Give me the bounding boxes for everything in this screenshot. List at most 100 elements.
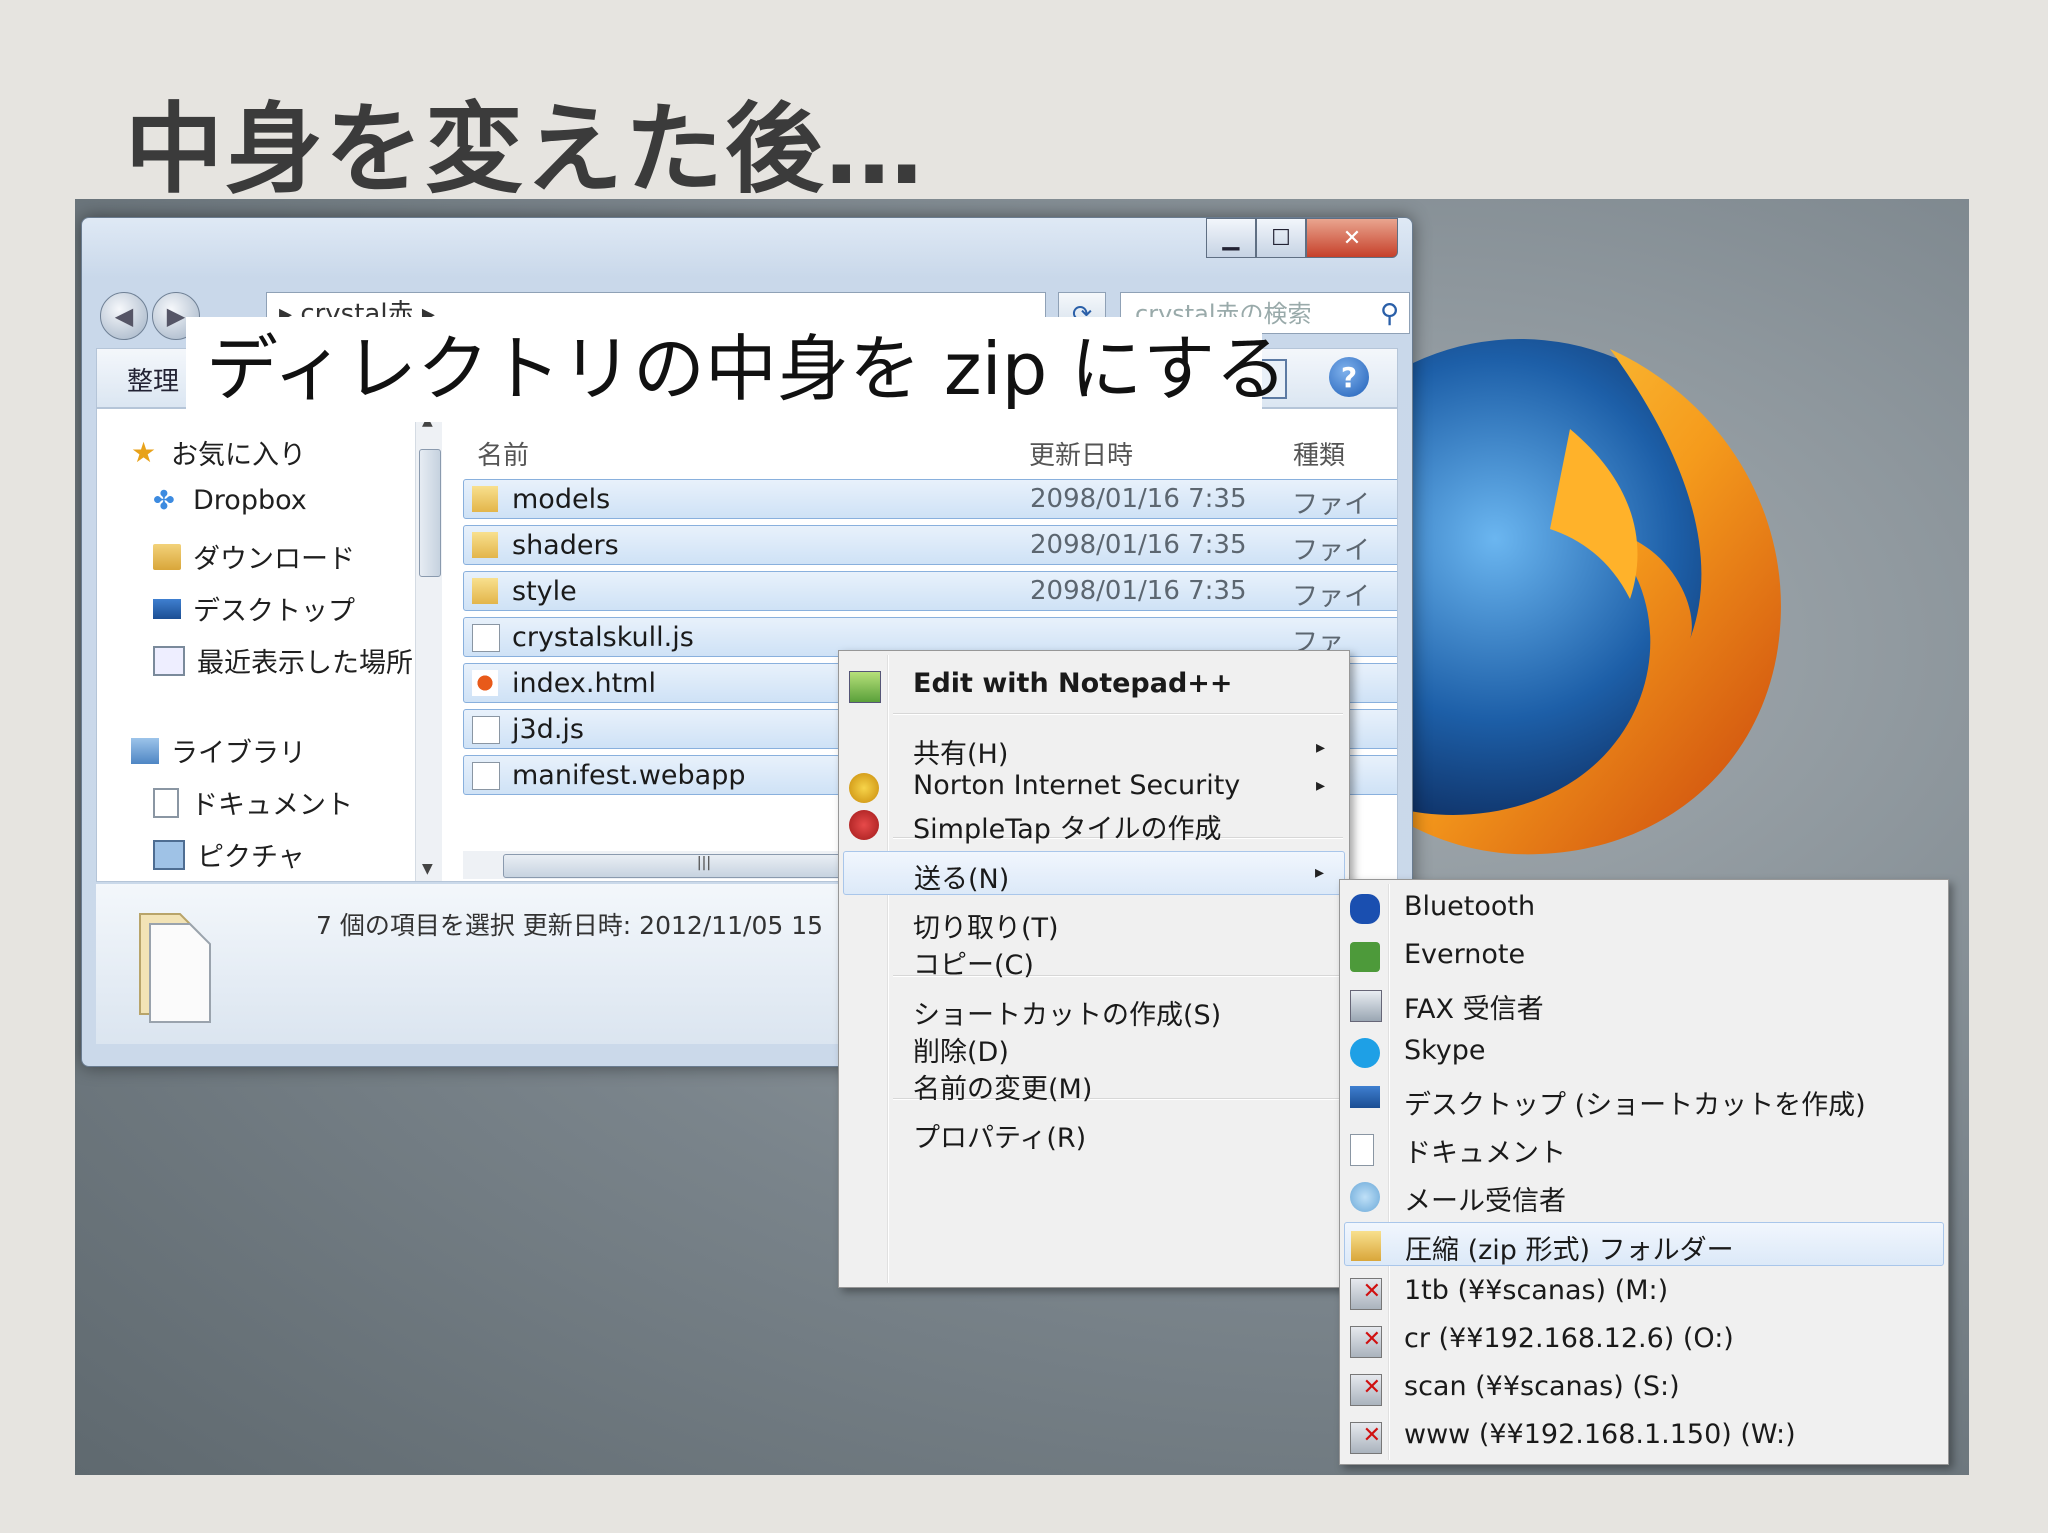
file-name: j3d.js	[512, 714, 584, 745]
column-type[interactable]: 種類	[1293, 435, 1345, 472]
send-to-item[interactable]: ✕ scan (¥¥scanas) (S:)	[1344, 1366, 1944, 1410]
network-drive-icon: ✕	[1350, 1374, 1382, 1406]
desktop-icon	[1350, 1086, 1380, 1108]
send-to-item[interactable]: ✕ www (¥¥192.168.1.150) (W:)	[1344, 1414, 1944, 1458]
nav-pictures[interactable]: ピクチャ	[153, 835, 305, 874]
file-date: 2098/01/16 7:35	[1030, 576, 1247, 606]
network-drive-icon: ✕	[1350, 1422, 1382, 1454]
nav-documents[interactable]: ドキュメント	[153, 783, 353, 822]
file-name: crystalskull.js	[512, 622, 694, 653]
file-row[interactable]: models 2098/01/16 7:35 ファイ	[463, 479, 1397, 520]
minimize-button[interactable]: ▁	[1206, 218, 1256, 258]
multiple-files-icon	[139, 913, 211, 1023]
file-type: ファイ	[1292, 536, 1371, 566]
slide-title: 中身を変えた後…	[125, 93, 926, 207]
send-to-item[interactable]: Skype	[1344, 1030, 1944, 1074]
nav-libraries[interactable]: ライブラリ	[131, 731, 306, 770]
chevron-right-icon: ▸	[1315, 775, 1325, 796]
network-drive-icon: ✕	[1350, 1326, 1382, 1358]
file-type: ファイ	[1292, 490, 1371, 520]
menu-item-label: コピー(C)	[913, 950, 1034, 981]
js-file-icon	[472, 716, 500, 744]
file-row[interactable]: shaders 2098/01/16 7:35 ファイ	[463, 525, 1397, 566]
send-to-item[interactable]: Evernote	[1344, 934, 1944, 978]
column-modified[interactable]: 更新日時	[1029, 435, 1133, 472]
send-to-item[interactable]: デスクトップ (ショートカットを作成)	[1344, 1078, 1944, 1122]
document-icon	[153, 787, 179, 818]
send-to-item-label: 圧縮 (zip 形式) フォルダー	[1405, 1235, 1734, 1266]
file-name: shaders	[512, 530, 619, 561]
simpletap-icon	[849, 810, 879, 840]
navigation-pane: ★ お気に入り ✤ Dropbox ダウンロード デスクトップ 最近表示した場所…	[97, 409, 413, 881]
nav-libraries-label: ライブラリ	[171, 738, 306, 769]
pictures-icon	[153, 839, 185, 870]
context-menu: Edit with Notepad++ 共有(H) ▸ Norton Internet…	[838, 650, 1350, 1288]
folder-icon	[472, 578, 498, 604]
notepad-icon	[849, 671, 881, 703]
menu-item-simpletap[interactable]: SimpleTap タイルの作成	[843, 802, 1345, 846]
scroll-thumb[interactable]	[419, 449, 441, 577]
downloads-icon	[153, 543, 181, 570]
file-name: models	[512, 484, 611, 515]
send-to-item[interactable]: FAX 受信者	[1344, 982, 1944, 1026]
menu-item[interactable]: 名前の変更(M)	[843, 1062, 1345, 1106]
fax-icon	[1350, 990, 1382, 1022]
send-to-item[interactable]: ドキュメント	[1344, 1126, 1944, 1170]
nav-dropbox-label: Dropbox	[193, 485, 307, 516]
dropbox-icon: ✤	[153, 485, 175, 516]
organize-button[interactable]: 整理	[127, 361, 179, 398]
file-name: style	[512, 576, 577, 607]
file-name: index.html	[512, 668, 656, 699]
menu-item-edit-with-notepad[interactable]: Edit with Notepad++	[843, 663, 1345, 707]
network-drive-icon: ✕	[1350, 1278, 1382, 1310]
nav-downloads[interactable]: ダウンロード	[153, 537, 355, 576]
menu-item[interactable]: コピー(C)	[843, 938, 1345, 982]
send-to-item[interactable]: メール受信者	[1344, 1174, 1944, 1218]
send-to-submenu: Bluetooth Evernote FAX 受信者 Skype デスクトップ (ショー…	[1339, 879, 1949, 1465]
menu-item[interactable]: 送る(N) ▸	[843, 851, 1345, 895]
nav-recent[interactable]: 最近表示した場所	[153, 641, 413, 680]
file-icon	[472, 762, 500, 790]
back-button[interactable]: ◀	[100, 292, 148, 340]
evernote-icon	[1350, 942, 1380, 972]
nav-pictures-label: ピクチャ	[197, 842, 305, 873]
nav-desktop[interactable]: デスクトップ	[153, 589, 355, 628]
document-icon	[1350, 1134, 1374, 1166]
menu-item[interactable]: プロパティ(R)	[843, 1111, 1345, 1155]
norton-icon	[849, 773, 879, 803]
send-to-item-label: cr (¥¥192.168.12.6) (O:)	[1404, 1323, 1734, 1354]
file-date: 2098/01/16 7:35	[1030, 484, 1247, 514]
maximize-button[interactable]: ☐	[1256, 218, 1306, 258]
nav-favorites-label: お気に入り	[171, 440, 306, 471]
send-to-item[interactable]: ✕ 1tb (¥¥scanas) (M:)	[1344, 1270, 1944, 1314]
file-type: ファイ	[1292, 582, 1371, 612]
send-to-item-label: Bluetooth	[1404, 891, 1536, 922]
file-row[interactable]: style 2098/01/16 7:35 ファイ	[463, 571, 1397, 612]
file-date: 2098/01/16 7:35	[1030, 530, 1247, 560]
status-text: 7 個の項目を選択 更新日時: 2012/11/05 15	[316, 911, 824, 940]
send-to-item[interactable]: 圧縮 (zip 形式) フォルダー	[1344, 1222, 1944, 1266]
nav-scrollbar[interactable]: ▲ ▼	[415, 409, 442, 881]
send-to-item-label: デスクトップ (ショートカットを作成)	[1404, 1090, 1866, 1121]
desktop-icon	[153, 598, 181, 619]
nav-favorites[interactable]: ★ お気に入り	[131, 433, 306, 472]
chevron-right-icon: ▸	[1314, 862, 1324, 883]
folder-icon	[472, 486, 498, 512]
chevron-right-icon: ▸	[1315, 737, 1325, 758]
overlay-caption: ディレクトリの中身を zip にする	[186, 317, 1287, 422]
send-to-item-label: ドキュメント	[1404, 1138, 1566, 1169]
library-icon	[131, 737, 159, 764]
zip-folder-icon	[1351, 1231, 1381, 1261]
skype-icon	[1350, 1038, 1380, 1068]
send-to-item[interactable]: ✕ cr (¥¥192.168.12.6) (O:)	[1344, 1318, 1944, 1362]
send-to-item-label: 1tb (¥¥scanas) (M:)	[1404, 1275, 1669, 1306]
column-name[interactable]: 名前	[477, 435, 529, 472]
send-to-item-label: FAX 受信者	[1404, 994, 1544, 1025]
nav-dropbox[interactable]: ✤ Dropbox	[153, 485, 307, 516]
help-icon[interactable]: ?	[1329, 357, 1369, 397]
send-to-item-label: Skype	[1404, 1035, 1486, 1066]
send-to-item[interactable]: Bluetooth	[1344, 886, 1944, 930]
send-to-item-label: www (¥¥192.168.1.150) (W:)	[1404, 1419, 1796, 1450]
close-button[interactable]: ✕	[1306, 218, 1398, 258]
scroll-down-icon[interactable]: ▼	[422, 861, 433, 877]
